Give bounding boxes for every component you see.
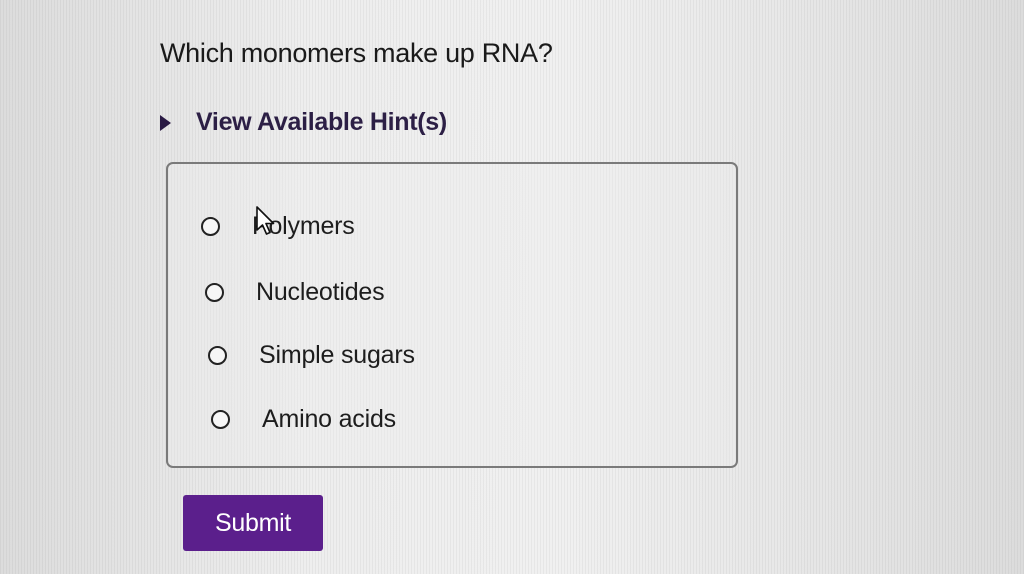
option-label[interactable]: Amino acids	[262, 405, 396, 434]
option-amino-acids[interactable]: Amino acids	[211, 405, 396, 434]
radio-button[interactable]	[205, 283, 224, 302]
option-polymers[interactable]: Polymers	[201, 212, 355, 241]
view-hints-toggle[interactable]: View Available Hint(s)	[160, 108, 447, 137]
radio-button[interactable]	[211, 410, 230, 429]
option-nucleotides[interactable]: Nucleotides	[205, 278, 385, 307]
mouse-pointer-icon	[256, 206, 275, 235]
option-label[interactable]: Nucleotides	[256, 278, 385, 307]
view-hints-label[interactable]: View Available Hint(s)	[196, 108, 447, 137]
option-simple-sugars[interactable]: Simple sugars	[208, 341, 415, 370]
triangle-right-icon[interactable]	[160, 114, 171, 131]
option-label[interactable]: Simple sugars	[259, 341, 415, 370]
question-text: Which monomers make up RNA?	[160, 38, 553, 68]
radio-button[interactable]	[201, 217, 220, 236]
radio-button[interactable]	[208, 346, 227, 365]
submit-button[interactable]: Submit	[183, 495, 323, 551]
page: { "question": { "text": "Which monomers …	[0, 0, 1024, 574]
